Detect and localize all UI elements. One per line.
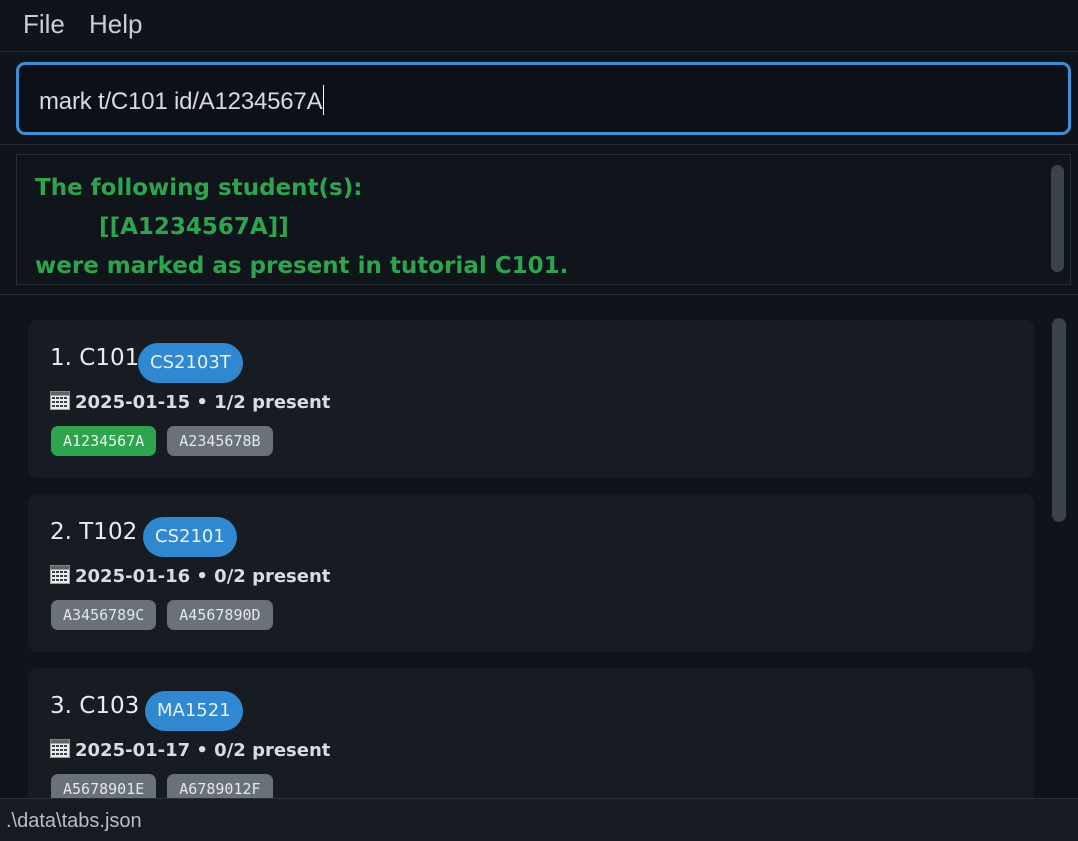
student-tag: A1234567A — [51, 426, 157, 456]
tutorial-date-line: 2025-01-17 • 0/2 present — [50, 739, 330, 761]
student-tag: A4567890D — [167, 600, 273, 630]
data-file-path: .\data\tabs.json — [6, 810, 142, 832]
tutorial-list: 1. C101 CS2103T 2025-01-15 • 1/2 present… — [0, 296, 1078, 798]
tutorial-title: 2. T102 — [50, 519, 138, 545]
student-tag: A6789012F — [167, 774, 273, 798]
result-display: The following student(s): [[A1234567A]] … — [16, 154, 1071, 285]
student-tag: A5678901E — [51, 774, 157, 798]
calendar-icon — [50, 391, 70, 410]
command-value: mark t/C101 id/A1234567A — [39, 88, 323, 115]
student-tag: A3456789C — [51, 600, 157, 630]
tutorial-title: 1. C101 — [50, 345, 140, 371]
text-cursor — [323, 85, 325, 115]
calendar-icon — [50, 739, 70, 758]
student-tags: A5678901E A6789012F — [51, 774, 273, 798]
tutorial-date-line: 2025-01-16 • 0/2 present — [50, 565, 330, 587]
status-bar: .\data\tabs.json — [0, 798, 1078, 841]
date-attendance-text: 2025-01-16 • 0/2 present — [75, 566, 331, 587]
command-input-text: mark t/C101 id/A1234567A — [39, 85, 325, 116]
date-attendance-text: 2025-01-17 • 0/2 present — [75, 740, 331, 761]
file-menu[interactable]: File — [23, 9, 65, 40]
tutorial-card[interactable]: 2. T102 CS2101 2025-01-16 • 0/2 present … — [28, 494, 1034, 652]
result-area: The following student(s): [[A1234567A]] … — [0, 146, 1078, 295]
menu-bar: File Help — [0, 0, 1078, 52]
course-badge: MA1521 — [145, 691, 243, 731]
tutorial-title: 3. C103 — [50, 693, 140, 719]
student-tags: A1234567A A2345678B — [51, 426, 273, 456]
course-badge: CS2103T — [138, 343, 243, 383]
tutorial-card[interactable]: 1. C101 CS2103T 2025-01-15 • 1/2 present… — [28, 320, 1034, 478]
result-scrollbar[interactable] — [1051, 165, 1064, 272]
calendar-icon — [50, 565, 70, 584]
command-input[interactable]: mark t/C101 id/A1234567A — [16, 62, 1071, 135]
command-area: mark t/C101 id/A1234567A — [0, 53, 1078, 145]
student-tag: A2345678B — [167, 426, 273, 456]
result-message: The following student(s): [[A1234567A]] … — [35, 175, 569, 279]
list-scrollbar[interactable] — [1052, 318, 1066, 522]
date-attendance-text: 2025-01-15 • 1/2 present — [75, 392, 331, 413]
help-menu[interactable]: Help — [89, 9, 142, 40]
tutorial-date-line: 2025-01-15 • 1/2 present — [50, 391, 330, 413]
course-badge: CS2101 — [143, 517, 237, 557]
student-tags: A3456789C A4567890D — [51, 600, 273, 630]
tutorial-card[interactable]: 3. C103 MA1521 2025-01-17 • 0/2 present … — [28, 668, 1034, 798]
